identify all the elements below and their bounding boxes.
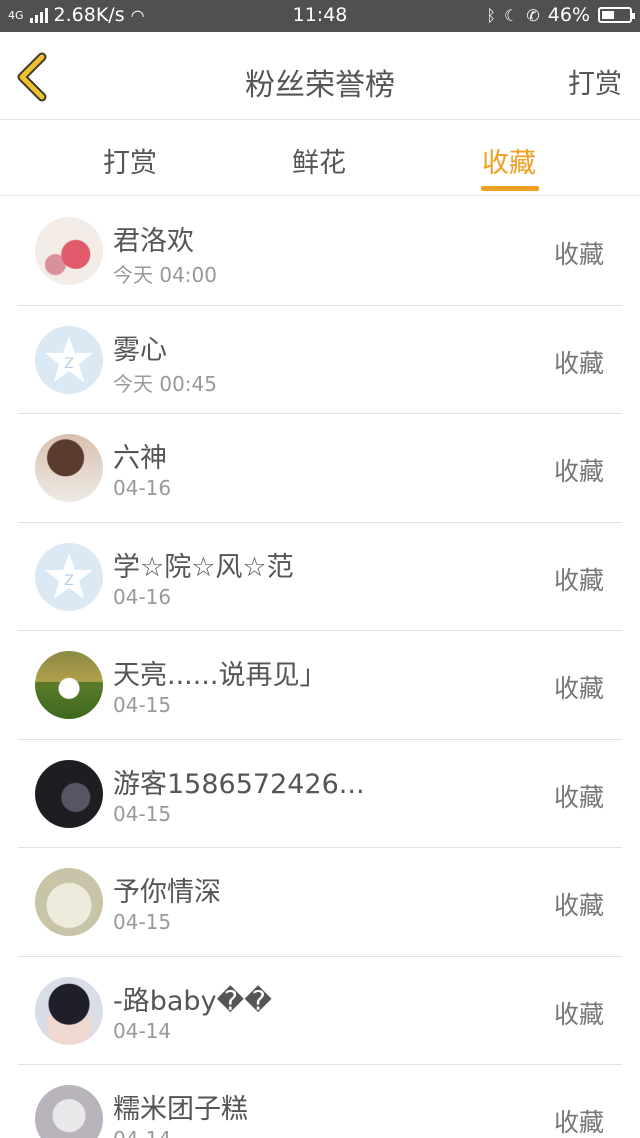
action-label: 收藏 [553, 565, 604, 595]
avatar: Z [35, 325, 103, 394]
item-time: 04-15 [113, 910, 172, 934]
item-time: 04-16 [113, 584, 172, 609]
avatar [35, 651, 103, 719]
action-label: 收藏 [553, 240, 604, 269]
action-label: 收藏 [553, 891, 604, 920]
tab-bar: 打赏 鲜花 收藏 [0, 121, 640, 196]
action-label: 收藏 [553, 1108, 604, 1137]
user-name: 学☆院☆风☆范 [113, 551, 294, 583]
list-item[interactable]: -路baby�� 04-14 收藏 [18, 957, 622, 1065]
user-name: 糯米团子糕 [113, 1094, 248, 1125]
user-name: 君洛欢 [113, 226, 194, 257]
star-icon: Z [45, 552, 93, 599]
avatar [35, 759, 103, 828]
fan-list: 君洛欢 今天 04:00 收藏 Z 雾心 今天 00:45 收藏 六神 04-1… [18, 197, 622, 1138]
item-time: 04-16 [113, 476, 172, 500]
avatar [35, 434, 103, 502]
battery-percent: 46% [547, 4, 590, 26]
list-item[interactable]: 糯米团子糕 04-14 收藏 [18, 1065, 622, 1138]
tab-favorites[interactable]: 收藏 [482, 141, 536, 180]
list-item[interactable]: 君洛欢 今天 04:00 收藏 [18, 197, 622, 306]
item-time: 今天 00:45 [113, 371, 217, 396]
user-name: 游客1586572426... [113, 768, 365, 800]
item-time: 04-15 [113, 801, 172, 826]
list-item[interactable]: 天亮......说再见」 04-15 收藏 [18, 631, 622, 740]
avatar [35, 217, 103, 285]
user-name: 六神 [113, 443, 167, 474]
reward-button[interactable]: 打赏 [568, 62, 622, 101]
bluetooth-icon: ᛒ [486, 5, 497, 25]
avatar [35, 868, 103, 936]
action-label: 收藏 [553, 999, 604, 1029]
moon-icon: ☾ [504, 5, 519, 25]
action-label: 收藏 [553, 782, 604, 812]
item-time: 04-15 [113, 693, 172, 717]
avatar [35, 1085, 103, 1138]
tab-flowers[interactable]: 鲜花 [292, 141, 346, 180]
user-name: 雾心 [113, 334, 167, 366]
status-bar: 4G 2.68K/s ◠ 11:48 ᛒ ☾ ✆ 46% [0, 0, 640, 32]
action-label: 收藏 [553, 348, 604, 378]
list-item[interactable]: 游客1586572426... 04-15 收藏 [18, 740, 622, 848]
user-name: 天亮......说再见」 [113, 660, 327, 691]
tab-reward[interactable]: 打赏 [103, 141, 157, 180]
list-item[interactable]: 六神 04-16 收藏 [18, 414, 622, 523]
user-name: 予你情深 [113, 877, 221, 908]
list-item[interactable]: 予你情深 04-15 收藏 [18, 848, 622, 957]
active-tab-indicator [481, 186, 539, 191]
svg-text:Z: Z [64, 356, 74, 372]
item-time: 04-14 [113, 1018, 172, 1043]
avatar: Z [35, 542, 103, 611]
user-name: -路baby�� [113, 985, 272, 1017]
star-icon: Z [45, 335, 93, 382]
svg-text:Z: Z [64, 573, 74, 589]
item-time: 04-14 [113, 1127, 171, 1138]
list-item[interactable]: Z 雾心 今天 00:45 收藏 [18, 306, 622, 414]
action-label: 收藏 [553, 674, 604, 703]
battery-icon [598, 7, 635, 23]
list-item[interactable]: Z 学☆院☆风☆范 04-16 收藏 [18, 523, 622, 631]
action-label: 收藏 [553, 457, 604, 486]
item-time: 今天 04:00 [113, 263, 217, 287]
battery-fill [602, 11, 614, 19]
nav-header: 粉丝荣誉榜 打赏 [0, 32, 640, 120]
avatar [35, 976, 103, 1045]
status-right: ᛒ ☾ ✆ 46% [486, 4, 635, 26]
page-title: 粉丝荣誉榜 [245, 68, 395, 103]
vibrate-icon: ✆ [526, 5, 540, 25]
